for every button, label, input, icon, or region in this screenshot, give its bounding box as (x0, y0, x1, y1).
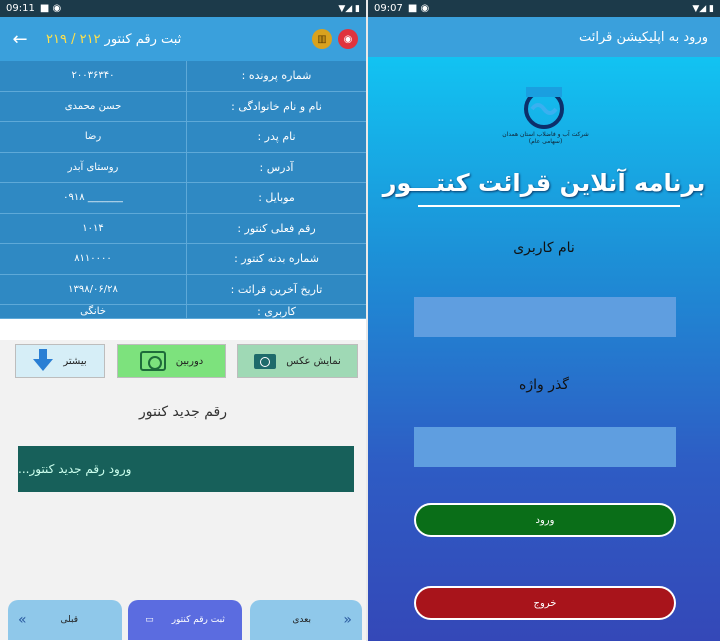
new-reading-input[interactable]: ورود رقم جدید کنتور... (18, 446, 354, 492)
password-input[interactable] (414, 427, 676, 467)
row-value: ۱۰۱۴ (0, 213, 187, 243)
logo-text: شرکت آب و فاضلاب استان همدان (502, 131, 589, 138)
page-title: ثبت رقم کنتور (104, 31, 182, 47)
company-logo (524, 87, 564, 129)
heading-underline (418, 205, 680, 207)
table-row: ۰۹۱۸ _______ موبایل : (0, 183, 366, 214)
customer-info-table: ۲۰۰۳۶۳۴۰ شماره پرونده : حسن محمدی نام و نا… (0, 61, 366, 319)
row-label: شماره بدنه کنتور : (234, 252, 319, 266)
status-time: 09:11 (6, 3, 35, 14)
row-value: ۱۳۹۸/۰۶/۲۸ (0, 274, 187, 304)
table-row: ۸۱۱۰۰۰۰ شماره بدنه کنتور : (0, 244, 366, 275)
login-screen: 09:07 ■ ◉ ▼◢ ▮ ورود به اپلیکیشن قرائت شرک… (368, 0, 720, 641)
camera-icon[interactable]: ◉ (338, 29, 358, 49)
row-label: شماره پرونده : (241, 69, 312, 83)
login-form: شرکت آب و فاضلاب استان همدان (سهامی عام) … (368, 57, 720, 641)
exit-button[interactable]: خروج (414, 586, 676, 620)
table-row: روستای آبدر آدرس : (0, 152, 366, 183)
record-counter: ۲۱۹ / ۲۱۲ (46, 31, 101, 47)
camera-label: دوربین (175, 355, 204, 367)
table-row: ۱۰۱۴ رقم فعلی کنتور : (0, 213, 366, 244)
username-label: نام کاربری (513, 240, 575, 256)
login-button[interactable]: ورود (414, 503, 676, 537)
username-input[interactable] (414, 297, 676, 337)
row-label: نام و نام خانوادگی : (231, 99, 322, 113)
arrow-down-icon (33, 349, 54, 371)
table-row: ۲۰۰۳۶۳۴۰ شماره پرونده : (0, 61, 366, 92)
table-row: رضا نام پدر : (0, 122, 366, 153)
signal-icon: ▼◢ ▮ (692, 3, 714, 14)
row-value: حسن محمدی (0, 91, 187, 121)
row-value: رضا (0, 122, 187, 152)
save-icon: ▭ (145, 615, 154, 625)
row-value: خانگی (0, 305, 187, 318)
previous-label: قبلی (60, 615, 79, 625)
row-label: نام پدر : (257, 130, 296, 144)
row-value: روستای آبدر (0, 152, 187, 182)
status-bar: 09:11 ■ ◉ ▼◢ ▮ (0, 0, 366, 17)
back-arrow-icon[interactable]: ← (8, 29, 32, 50)
save-reading-label: ثبت رقم کنتور (171, 615, 225, 625)
previous-button[interactable]: « قبلی (8, 600, 122, 640)
next-button[interactable]: بعدی » (250, 600, 362, 640)
reading-screen: 09:11 ■ ◉ ▼◢ ▮ ← ۲۱۹ / ۲۱۲ ثبت رقم کنتور … (0, 0, 366, 641)
table-row: خانگی کاربری : (0, 305, 366, 319)
chevron-left-icon: « (18, 612, 27, 628)
new-reading-label: رقم جدید کنتور (138, 404, 228, 420)
row-label: آدرس : (259, 160, 294, 174)
show-photo-label: نمایش عکس (286, 355, 341, 367)
row-value: ۸۱۱۰۰۰۰ (0, 244, 187, 274)
signal-icon: ▼◢ ▮ (338, 3, 360, 14)
barcode-icon[interactable]: ▥ (312, 29, 332, 49)
more-label: بیشتر (63, 355, 87, 367)
notification-icon: ■ ◉ (407, 3, 430, 14)
show-photo-button[interactable]: نمایش عکس (237, 344, 358, 378)
chevron-right-icon: » (343, 612, 352, 628)
screenshot: 09:11 ■ ◉ ▼◢ ▮ ← ۲۱۹ / ۲۱۲ ثبت رقم کنتور … (0, 0, 720, 641)
status-bar: 09:07 ■ ◉ ▼◢ ▮ (368, 0, 720, 17)
more-button[interactable]: بیشتر (15, 344, 105, 378)
save-reading-button[interactable]: ▭ ثبت رقم کنتور (128, 600, 242, 640)
row-label: موبایل : (258, 191, 295, 205)
camera-button[interactable]: دوربین (117, 344, 226, 378)
app-bar: ورود به اپلیکیشن قرائت (368, 17, 720, 57)
logo-subtext: (سهامی عام) (528, 138, 563, 145)
camera-icon (139, 351, 166, 371)
next-label: بعدی (292, 615, 312, 625)
row-label: تاریخ آخرین قرائت : (230, 282, 323, 296)
row-label: رقم فعلی کنتور : (237, 221, 316, 235)
logo-caption: شرکت آب و فاضلاب استان همدان (سهامی عام) (498, 131, 593, 145)
photo-icon (254, 353, 277, 369)
status-time: 09:07 (374, 3, 403, 14)
notification-icon: ■ ◉ (39, 3, 62, 14)
row-label: کاربری : (257, 305, 296, 318)
table-row: ۱۳۹۸/۰۶/۲۸ تاریخ آخرین قرائت : (0, 274, 366, 305)
app-bar: ← ۲۱۹ / ۲۱۲ ثبت رقم کنتور ▥ ◉ (0, 17, 366, 61)
page-title: ورود به اپلیکیشن قرائت (578, 29, 708, 45)
row-value: ۲۰۰۳۶۳۴۰ (0, 61, 187, 91)
row-value: ۰۹۱۸ _______ (0, 183, 187, 213)
reading-panel: نمایش عکس دوربین بیشتر رقم جدید کنتور ور… (0, 340, 366, 640)
table-row: حسن محمدی نام و نام خانوادگی : (0, 91, 366, 122)
app-heading: برنامه آنلاین قرائت کنتـــور (382, 169, 706, 197)
password-label: گذر واژه (519, 377, 569, 393)
